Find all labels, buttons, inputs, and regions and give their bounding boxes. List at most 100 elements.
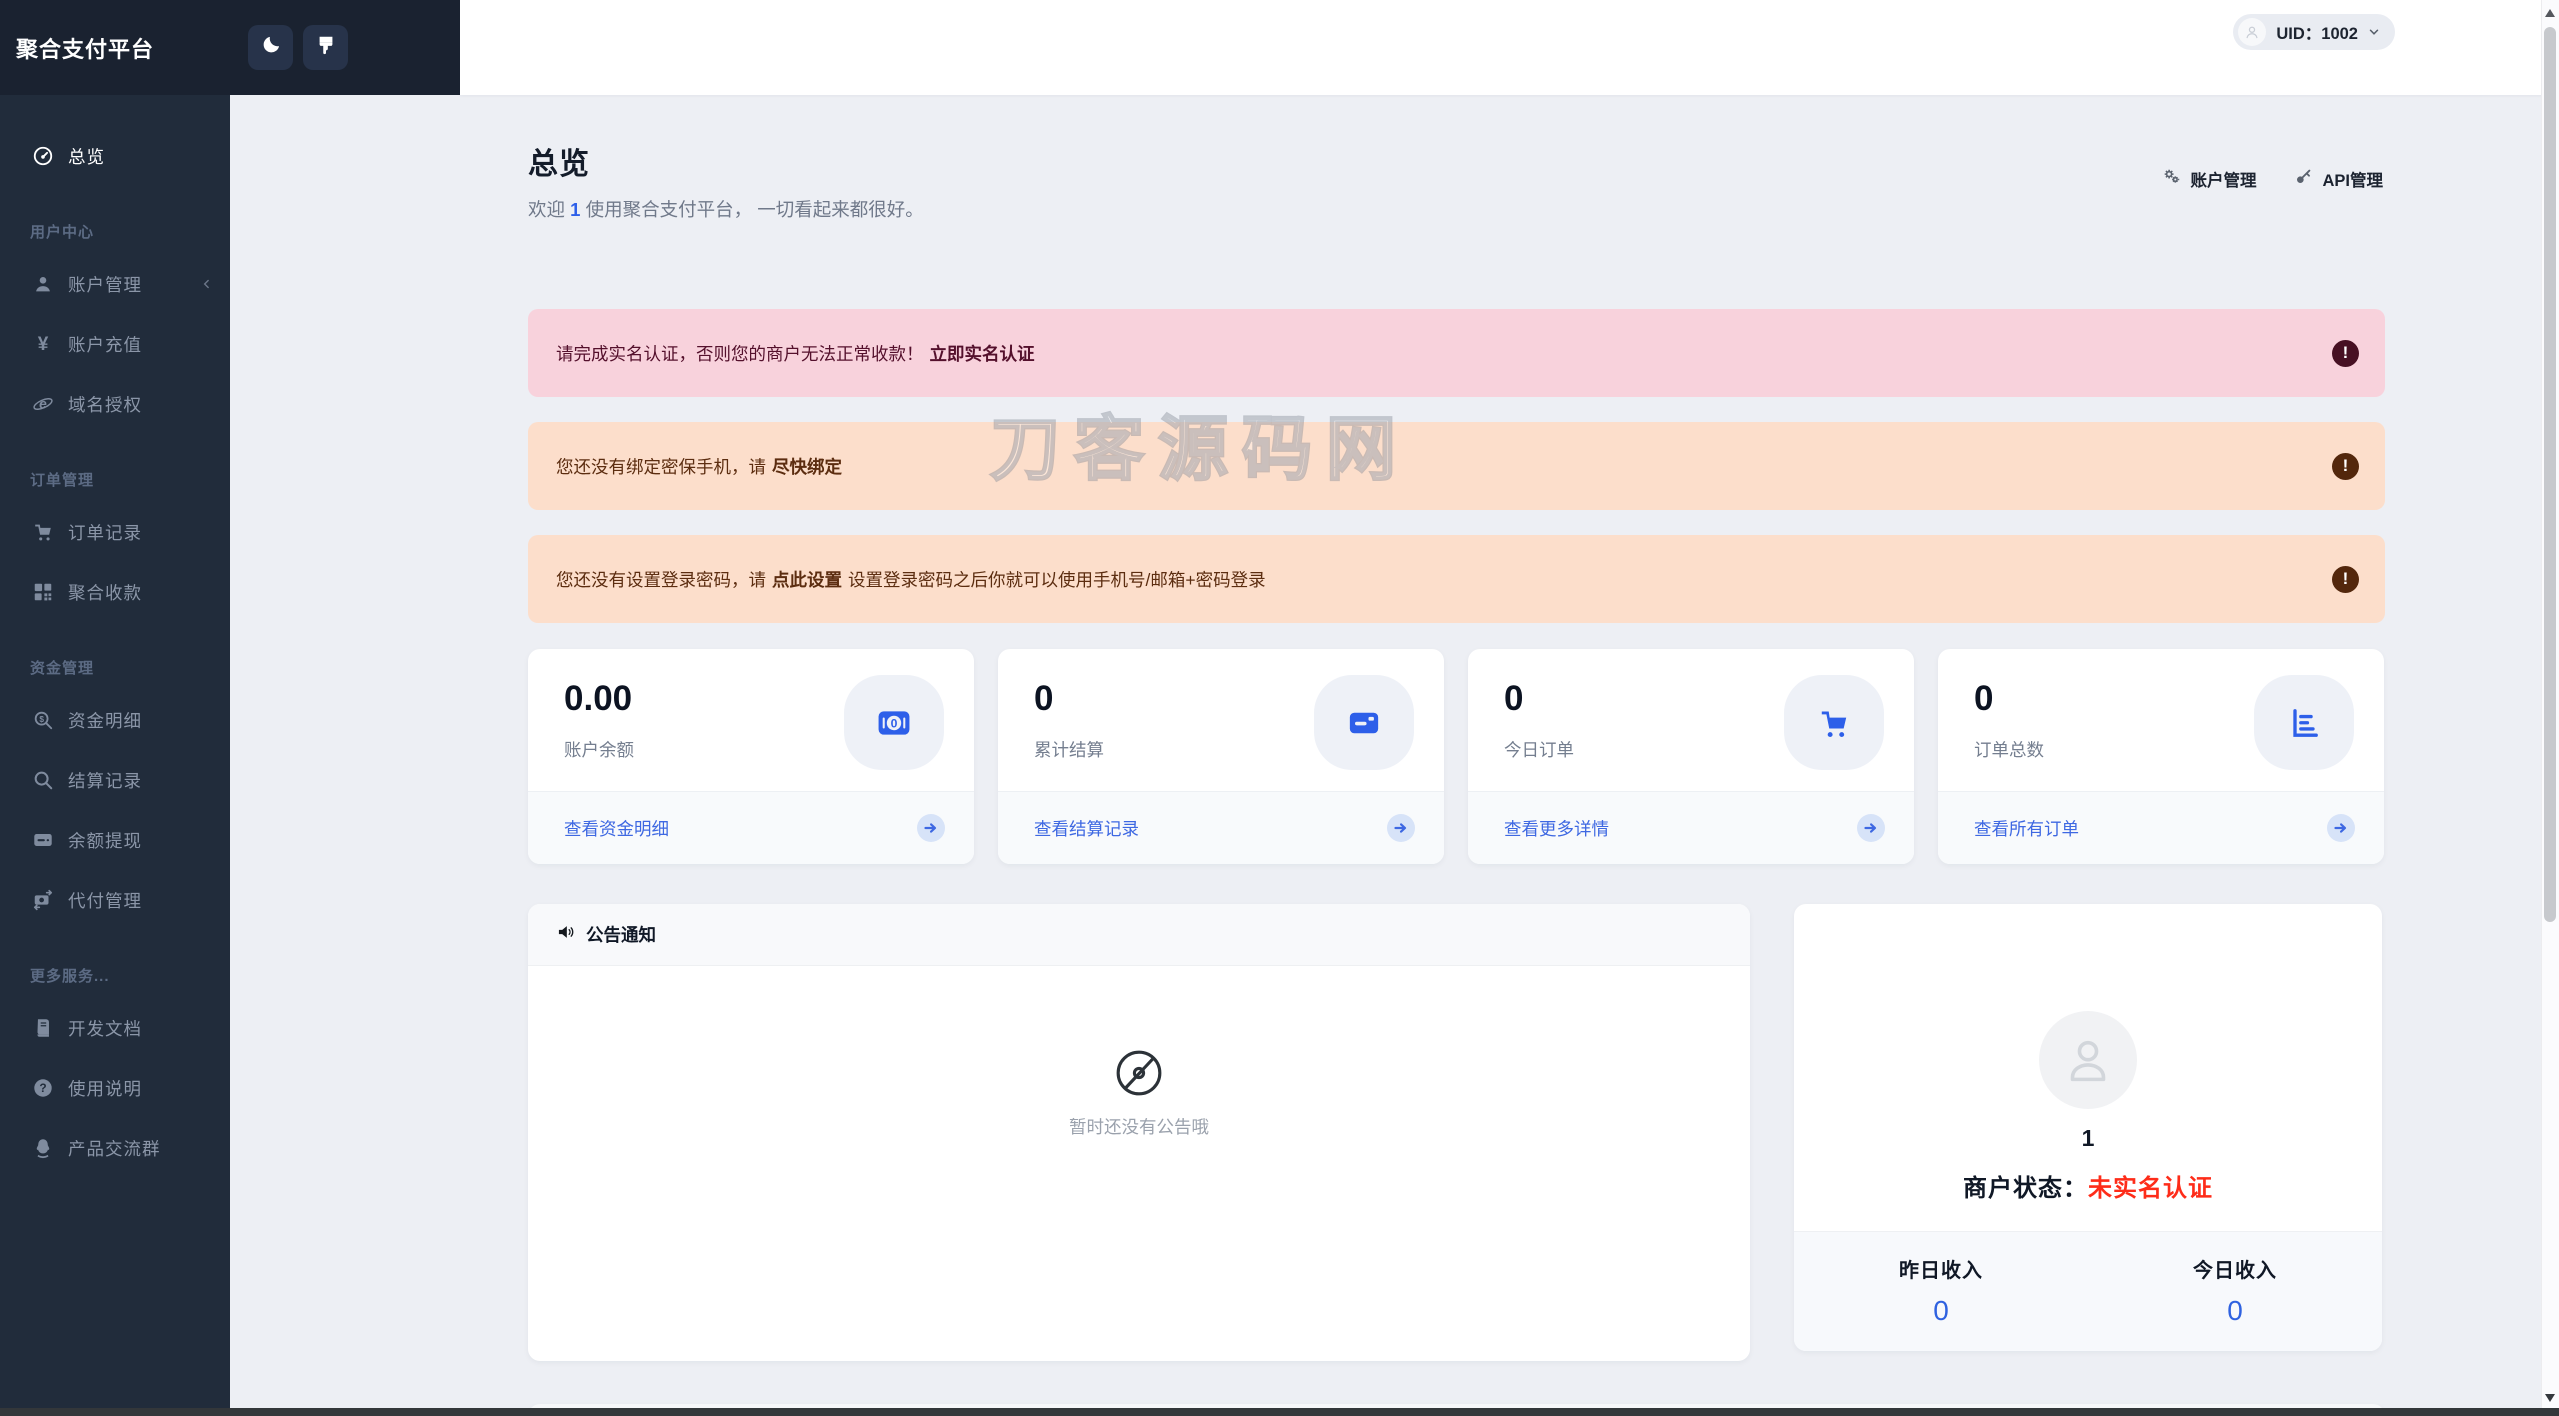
arrow-right-icon[interactable] xyxy=(1386,813,1416,843)
announcement-empty-text: 暂时还没有公告哦 xyxy=(1069,1117,1209,1137)
cart-icon xyxy=(1784,675,1884,770)
sidebar-item-overview[interactable]: 总览 xyxy=(0,126,230,186)
app-window: 聚合支付平台 UID：1002 总览 用户中心 账户管理 ¥ 账户充值 e 域名… xyxy=(0,0,2559,1416)
merchant-avatar-icon xyxy=(2039,1011,2137,1109)
stat-value: 0.00 xyxy=(564,679,633,718)
browser-e-icon: e xyxy=(32,393,54,415)
alert-action-link[interactable]: 尽快绑定 xyxy=(772,454,842,479)
sidebar-section-user-center: 用户中心 xyxy=(30,224,95,241)
yesterday-income: 昨日收入 0 xyxy=(1794,1232,2088,1351)
page-title: 总览 xyxy=(528,148,590,181)
stat-value: 0 xyxy=(1504,679,1524,718)
sidebar-item-label: 代付管理 xyxy=(68,890,142,911)
announcement-panel: 公告通知 暂时还没有公告哦 xyxy=(528,904,1750,1361)
disc-slash-icon xyxy=(1114,1048,1164,1098)
welcome-text: 欢迎 1 使用聚合支付平台， 一切看起来都很好。 xyxy=(528,199,924,220)
exclamation-icon: ! xyxy=(2332,565,2359,593)
alert-text: 您还没有绑定密保手机，请 xyxy=(556,456,766,477)
sidebar-item-settlement-records[interactable]: 结算记录 xyxy=(0,750,230,810)
account-management-link[interactable]: 账户管理 xyxy=(2162,167,2256,191)
bar-chart-icon xyxy=(2254,675,2354,770)
sidebar-item-aggregate-collection[interactable]: 聚合收款 xyxy=(0,562,230,622)
card-footer-link[interactable]: 查看结算记录 xyxy=(1034,816,1139,841)
announcement-title: 公告通知 xyxy=(586,925,656,945)
sidebar-item-balance-withdrawal[interactable]: 余额提现 xyxy=(0,810,230,870)
sidebar-item-domain-authorization[interactable]: e 域名授权 xyxy=(0,374,230,434)
alert-stack: 请完成实名认证，否则您的商户无法正常收款！ 立即实名认证 ! 您还没有绑定密保手… xyxy=(528,309,2385,623)
sidebar-item-label: 账户充值 xyxy=(68,334,142,355)
alert-action-link[interactable]: 点此设置 xyxy=(772,567,842,592)
card-footer-link[interactable]: 查看所有订单 xyxy=(1974,816,2079,841)
alert-text: 您还没有设置登录密码，请 xyxy=(556,569,766,590)
quick-links: 账户管理 API管理 xyxy=(2162,167,2383,191)
speaker-icon xyxy=(556,922,576,947)
bottom-dark-strip xyxy=(0,1408,2559,1416)
svg-text:?: ? xyxy=(39,1081,46,1095)
api-management-link[interactable]: API管理 xyxy=(2294,167,2383,191)
sidebar-item-account-management[interactable]: 账户管理 xyxy=(0,254,230,314)
sidebar-item-label: 域名授权 xyxy=(68,394,142,415)
sidebar-item-funds-detail[interactable]: $ 资金明细 xyxy=(0,690,230,750)
merchant-status-line: 商户状态：未实名认证 xyxy=(1794,1168,2382,1203)
book-icon xyxy=(32,1017,54,1039)
scrollbar-up-arrow[interactable] xyxy=(2545,9,2555,17)
card-footer-link[interactable]: 查看更多详情 xyxy=(1504,816,1609,841)
sidebar-item-developer-docs[interactable]: 开发文档 xyxy=(0,998,230,1058)
credit-card-icon xyxy=(1314,675,1414,770)
moon-icon xyxy=(260,34,282,61)
stat-label: 今日订单 xyxy=(1504,740,1574,760)
uid-label: UID：1002 xyxy=(2276,25,2358,43)
sidebar-section-funds-management: 资金管理 xyxy=(30,660,95,677)
stat-cards: 0.00 账户余额 0 查看资金明细 0 累计结算 查看结算记录 0 今日订单 … xyxy=(528,649,2385,864)
sidebar-item-payout-management[interactable]: 代付管理 xyxy=(0,870,230,930)
sidebar-item-usage-instructions[interactable]: ? 使用说明 xyxy=(0,1058,230,1118)
uid-dropdown[interactable]: UID：1002 xyxy=(2233,14,2395,50)
sidebar-item-product-group[interactable]: 产品交流群 xyxy=(0,1118,230,1178)
quick-link-label: API管理 xyxy=(2322,172,2383,190)
sidebar-item-label: 余额提现 xyxy=(68,830,142,851)
stat-label: 累计结算 xyxy=(1034,740,1104,760)
stat-card-settlement: 0 累计结算 查看结算记录 xyxy=(998,649,1444,864)
alert-action-link[interactable]: 立即实名认证 xyxy=(930,341,1035,366)
search-dollar-icon: $ xyxy=(32,709,54,731)
dark-mode-button[interactable] xyxy=(248,25,293,70)
qrcode-icon xyxy=(32,581,54,603)
sidebar-item-label: 结算记录 xyxy=(68,770,142,791)
app-title: 聚合支付平台 xyxy=(16,36,155,62)
sidebar-section-more-services: 更多服务... xyxy=(30,968,110,985)
arrow-right-icon[interactable] xyxy=(2326,813,2356,843)
arrow-right-icon[interactable] xyxy=(1856,813,1886,843)
brand-bar: 聚合支付平台 xyxy=(0,0,460,95)
alert-bind-phone: 您还没有绑定密保手机，请 尽快绑定 ! xyxy=(528,422,2385,510)
cart-icon xyxy=(32,521,54,543)
sidebar-item-label: 总览 xyxy=(68,146,105,167)
announcement-header: 公告通知 xyxy=(528,904,1750,966)
arrow-right-icon[interactable] xyxy=(916,813,946,843)
alert-realname-verification: 请完成实名认证，否则您的商户无法正常收款！ 立即实名认证 ! xyxy=(528,309,2385,397)
stat-value: 0 xyxy=(1974,679,1994,718)
exclamation-icon: ! xyxy=(2332,339,2359,367)
welcome-user-id: 1 xyxy=(570,199,581,220)
stat-label: 账户余额 xyxy=(564,740,634,760)
merchant-income-footer: 昨日收入 0 今日收入 0 xyxy=(1794,1231,2382,1351)
main-content: 刀客源码网 总览 欢迎 1 使用聚合支付平台， 一切看起来都很好。 账户管理 A… xyxy=(230,95,2559,1416)
avatar-icon xyxy=(2238,18,2267,46)
credit-card-icon xyxy=(32,829,54,851)
sidebar-item-label: 开发文档 xyxy=(68,1018,142,1039)
page-scrollbar[interactable] xyxy=(2541,0,2559,1416)
sidebar-item-order-records[interactable]: 订单记录 xyxy=(0,502,230,562)
sidebar-item-account-recharge[interactable]: ¥ 账户充值 xyxy=(0,314,230,374)
sidebar-item-label: 产品交流群 xyxy=(68,1138,161,1159)
scrollbar-down-arrow[interactable] xyxy=(2545,1394,2555,1402)
card-footer-link[interactable]: 查看资金明细 xyxy=(564,816,669,841)
svg-text:$: $ xyxy=(39,715,44,724)
merchant-status-value: 未实名认证 xyxy=(2088,1175,2213,1202)
svg-text:e: e xyxy=(39,397,47,412)
theme-button[interactable] xyxy=(303,25,348,70)
scrollbar-thumb[interactable] xyxy=(2544,27,2556,922)
chevron-down-icon xyxy=(2367,25,2381,39)
user-icon xyxy=(32,273,54,295)
key-icon xyxy=(2294,167,2313,191)
merchant-id: 1 xyxy=(2081,1125,2095,1151)
quick-link-label: 账户管理 xyxy=(2190,172,2257,190)
